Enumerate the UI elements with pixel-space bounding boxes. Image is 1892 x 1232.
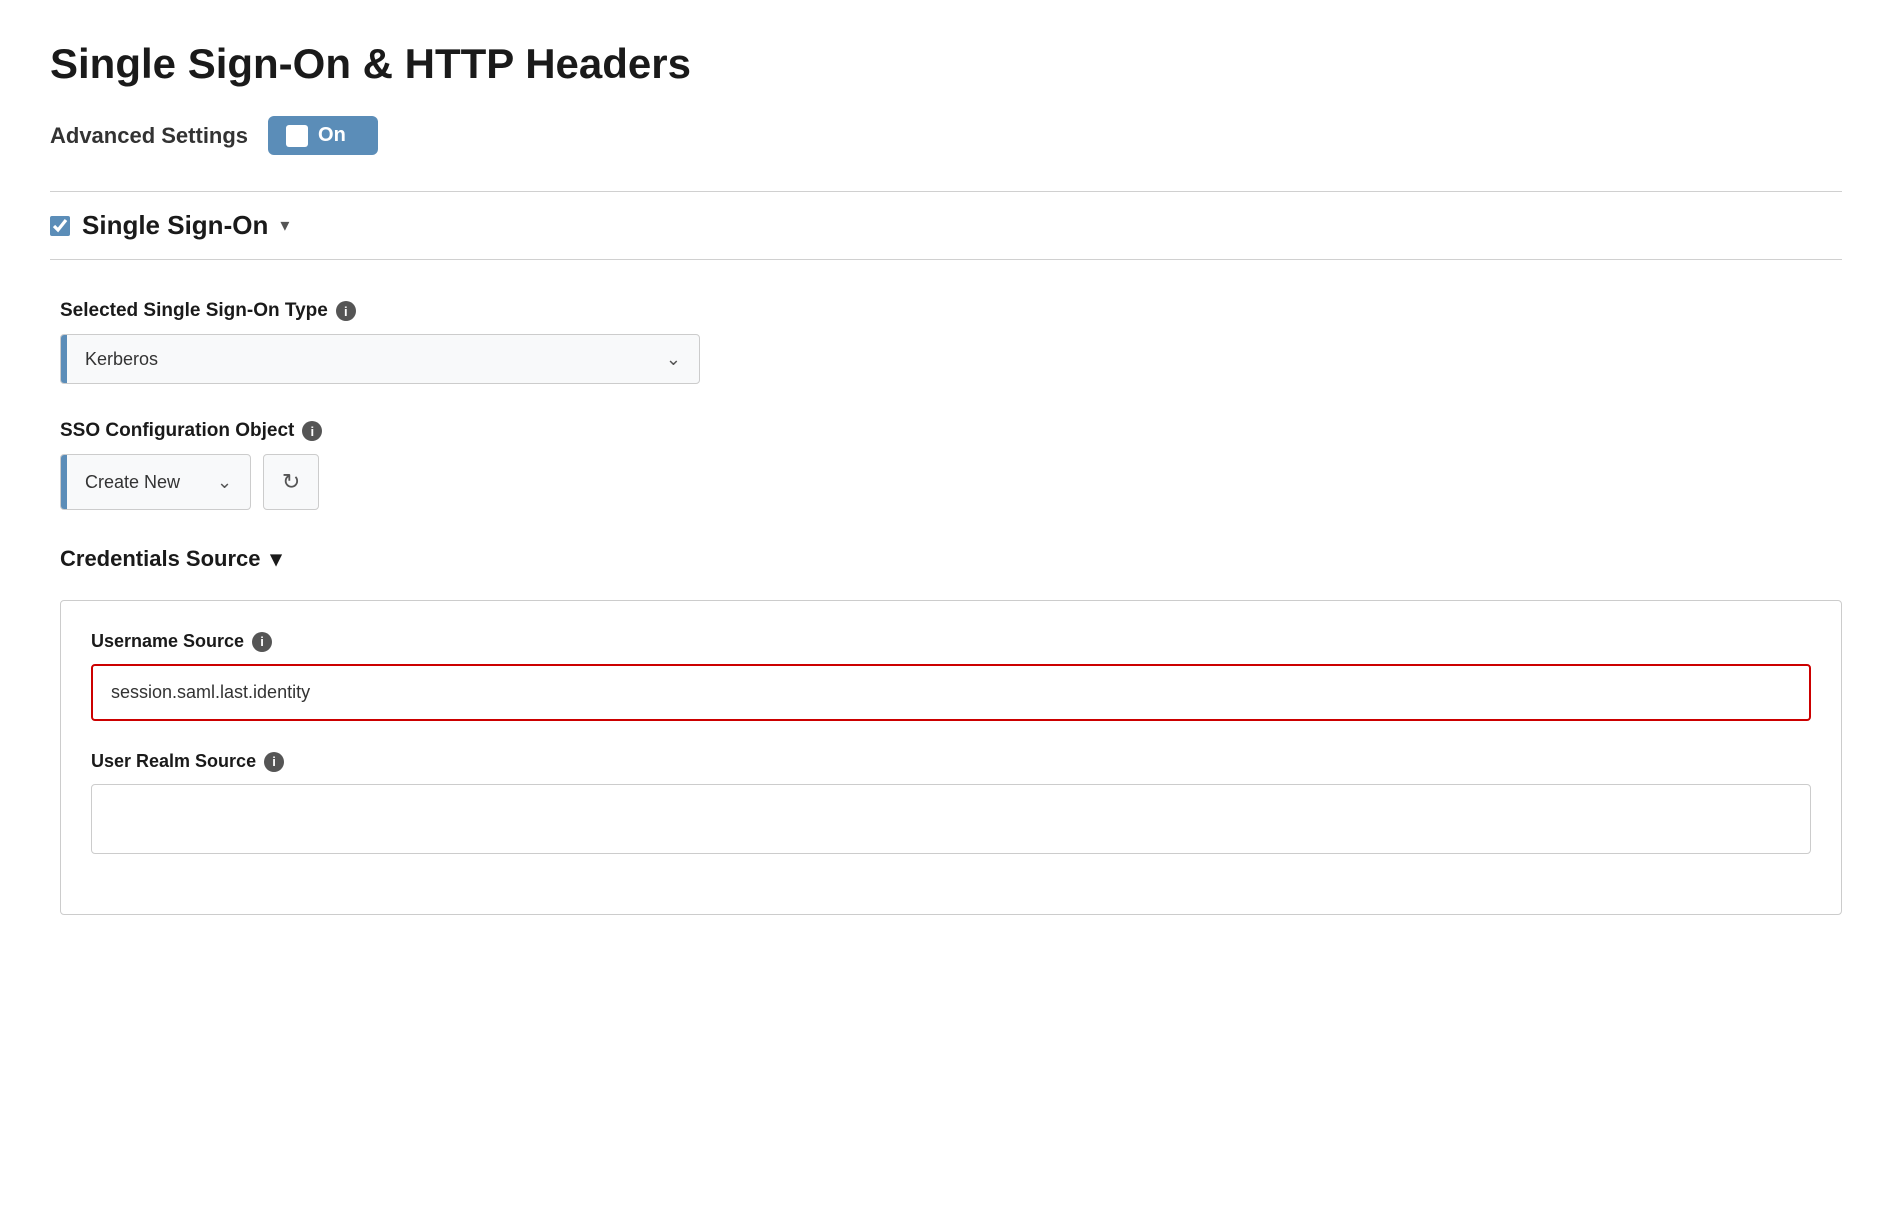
sso-section-chevron-icon[interactable]: ▾ <box>280 215 289 236</box>
username-source-info-icon[interactable]: i <box>252 632 272 652</box>
username-source-group: Username Source i <box>91 631 1811 721</box>
user-realm-source-info-icon[interactable]: i <box>264 752 284 772</box>
sso-type-label-text: Selected Single Sign-On Type <box>60 300 328 322</box>
username-source-label-text: Username Source <box>91 631 244 652</box>
sso-config-group: SSO Configuration Object i Create New ⌄ … <box>60 420 1842 510</box>
user-realm-source-label-text: User Realm Source <box>91 751 256 772</box>
sso-type-info-icon[interactable]: i <box>336 301 356 321</box>
sso-type-select[interactable]: Kerberos <box>67 335 648 383</box>
user-realm-source-input[interactable] <box>91 784 1811 854</box>
sso-config-info-icon[interactable]: i <box>302 421 322 441</box>
advanced-settings-label: Advanced Settings <box>50 123 248 149</box>
sso-config-row: Create New ⌄ ↻ <box>60 454 1842 510</box>
sso-type-chevron-icon: ⌄ <box>648 335 699 383</box>
credentials-title: Credentials Source <box>60 546 261 572</box>
credentials-chevron-icon[interactable]: ▾ <box>271 546 282 572</box>
toggle-label: On <box>318 124 346 147</box>
advanced-settings-row: Advanced Settings On <box>50 116 1842 155</box>
user-realm-source-label: User Realm Source i <box>91 751 1811 772</box>
username-source-label: Username Source i <box>91 631 1811 652</box>
sso-type-label: Selected Single Sign-On Type i <box>60 300 1842 322</box>
sso-config-select-wrapper: Create New ⌄ <box>60 454 251 510</box>
username-source-input[interactable] <box>91 664 1811 721</box>
toggle-knob <box>286 125 308 147</box>
sso-config-label-text: SSO Configuration Object <box>60 420 294 442</box>
credentials-header: Credentials Source ▾ <box>60 546 1842 572</box>
sso-config-chevron-icon: ⌄ <box>199 455 250 509</box>
sso-section-checkbox[interactable] <box>50 216 70 236</box>
sso-section-title: Single Sign-On <box>82 210 268 241</box>
advanced-settings-toggle[interactable]: On <box>268 116 378 155</box>
sso-config-label: SSO Configuration Object i <box>60 420 1842 442</box>
sso-type-select-wrapper: Kerberos ⌄ <box>60 334 700 384</box>
sso-config-refresh-button[interactable]: ↻ <box>263 454 319 510</box>
sso-section-header: Single Sign-On ▾ <box>50 191 1842 260</box>
credentials-group: Credentials Source ▾ Username Source i U… <box>60 546 1842 915</box>
credentials-section-box: Username Source i User Realm Source i <box>60 600 1842 915</box>
sso-type-group: Selected Single Sign-On Type i Kerberos … <box>60 300 1842 384</box>
page-title: Single Sign-On & HTTP Headers <box>50 40 1842 88</box>
user-realm-source-group: User Realm Source i <box>91 751 1811 854</box>
sso-config-select[interactable]: Create New <box>67 455 199 509</box>
